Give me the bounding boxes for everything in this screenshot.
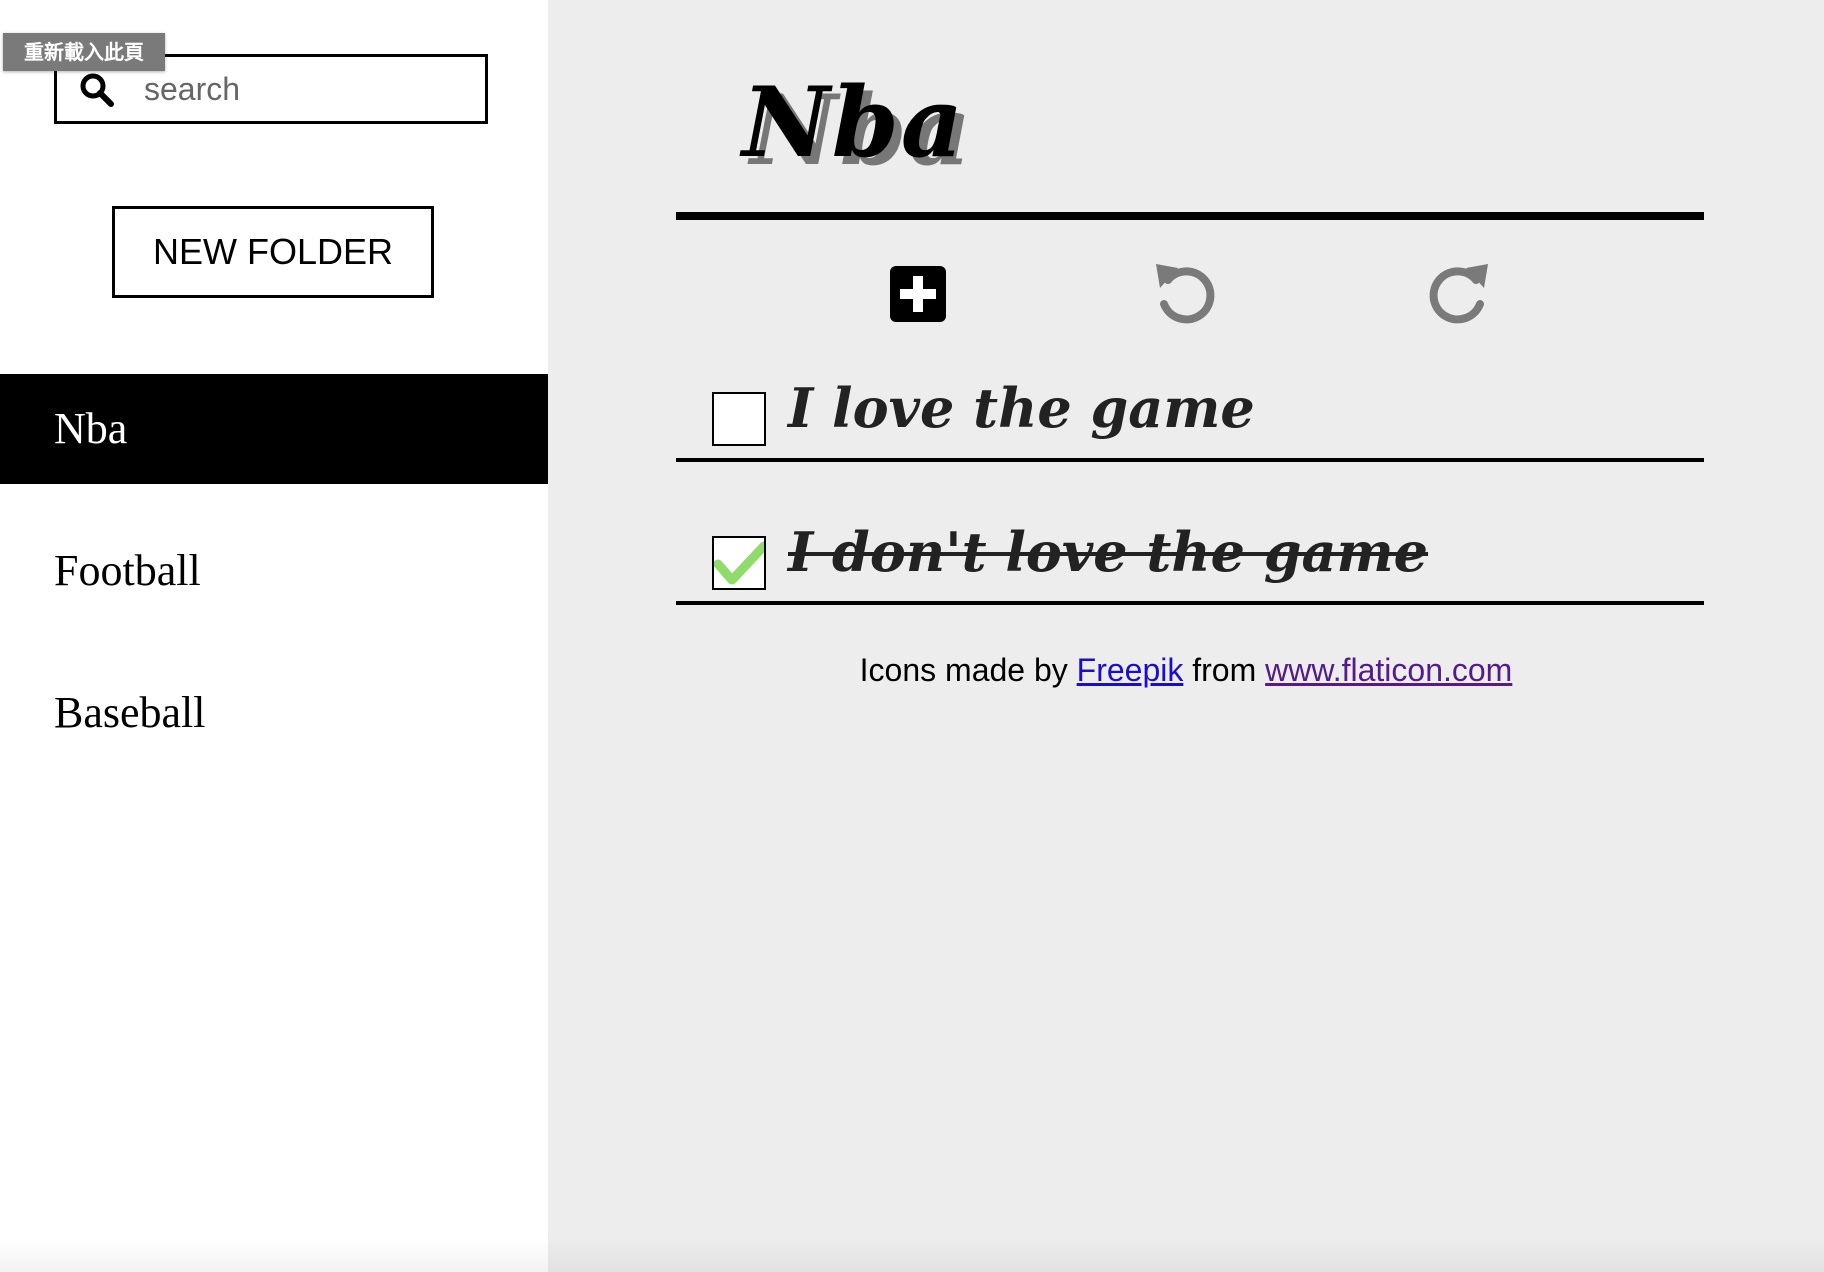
todo-text[interactable]: I love the game: [788, 376, 1255, 440]
todo-text[interactable]: I don't love the game: [788, 520, 1428, 584]
main-panel: Nba I love the game I don't love the gam…: [548, 0, 1824, 1272]
check-mark-icon: [714, 541, 764, 585]
credits-middle: from: [1192, 652, 1257, 688]
folder-list: Nba Football Baseball: [0, 374, 548, 800]
credits-prefix: Icons made by: [859, 652, 1068, 688]
app-root: 重新載入此頁 NEW FOLDER Nba Football Baseball …: [0, 0, 1824, 1272]
search-icon: [80, 73, 114, 107]
folder-item-nba[interactable]: Nba: [0, 374, 548, 484]
new-folder-button[interactable]: NEW FOLDER: [112, 206, 434, 298]
todo-divider: [676, 601, 1704, 605]
folder-item-football[interactable]: Football: [0, 516, 548, 626]
flaticon-link[interactable]: www.flaticon.com: [1265, 652, 1512, 688]
todo-item: I love the game: [676, 318, 1704, 462]
search-input[interactable]: [144, 67, 464, 111]
todo-checkbox[interactable]: [712, 392, 766, 446]
title-divider: [676, 212, 1704, 220]
reload-page-badge[interactable]: 重新載入此頁: [3, 33, 165, 71]
folder-item-baseball[interactable]: Baseball: [0, 658, 548, 768]
todo-item: I don't love the game: [676, 462, 1704, 606]
freepik-link[interactable]: Freepik: [1077, 652, 1184, 688]
todo-checkbox-checked[interactable]: [712, 536, 766, 590]
page-title: Nba: [742, 66, 966, 179]
icon-credits: Icons made by Freepik from www.flaticon.…: [548, 652, 1824, 689]
sidebar: 重新載入此頁 NEW FOLDER Nba Football Baseball: [0, 0, 548, 1272]
